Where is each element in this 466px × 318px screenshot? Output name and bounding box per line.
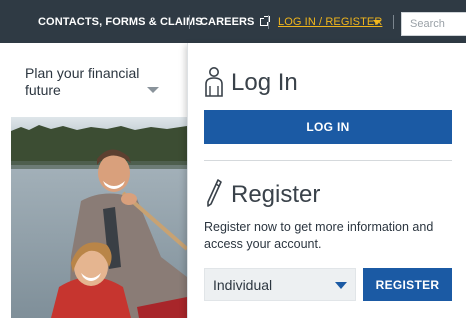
nav-careers-link[interactable]: CAREERS bbox=[200, 16, 270, 28]
plan-dropdown-label: Plan your financial future bbox=[25, 65, 140, 98]
account-type-select[interactable]: Individual bbox=[204, 268, 356, 301]
chevron-down-icon[interactable] bbox=[373, 20, 381, 25]
nav-careers-label: CAREERS bbox=[200, 16, 255, 28]
login-register-dropdown: Log In LOG IN Register Register now to g… bbox=[187, 43, 466, 318]
user-icon bbox=[205, 67, 223, 97]
external-link-icon bbox=[259, 16, 270, 26]
search-input[interactable] bbox=[401, 12, 466, 36]
nav-contacts-forms-claims-link[interactable]: CONTACTS, FORMS & CLAIMS bbox=[38, 16, 203, 28]
chevron-down-icon bbox=[147, 87, 159, 93]
page: CONTACTS, FORMS & CLAIMS CAREERS LOG IN … bbox=[0, 0, 466, 318]
chevron-down-icon bbox=[335, 282, 347, 289]
hero-photo bbox=[11, 117, 187, 318]
pencil-icon bbox=[207, 179, 222, 207]
plan-dropdown[interactable]: Plan your financial future bbox=[11, 43, 196, 139]
register-description: Register now to get more information and… bbox=[204, 220, 434, 251]
nav-login-register-link[interactable]: LOG IN / REGISTER bbox=[278, 16, 382, 28]
nav-divider bbox=[189, 15, 190, 29]
register-button[interactable]: REGISTER bbox=[363, 268, 452, 301]
nav-divider bbox=[268, 15, 269, 29]
register-heading: Register bbox=[231, 181, 321, 208]
account-type-value: Individual bbox=[213, 277, 273, 293]
top-nav-bar: CONTACTS, FORMS & CLAIMS CAREERS LOG IN … bbox=[0, 0, 466, 43]
login-button[interactable]: LOG IN bbox=[204, 110, 452, 144]
divider bbox=[204, 160, 452, 161]
login-heading: Log In bbox=[231, 69, 298, 96]
nav-divider bbox=[393, 15, 394, 29]
